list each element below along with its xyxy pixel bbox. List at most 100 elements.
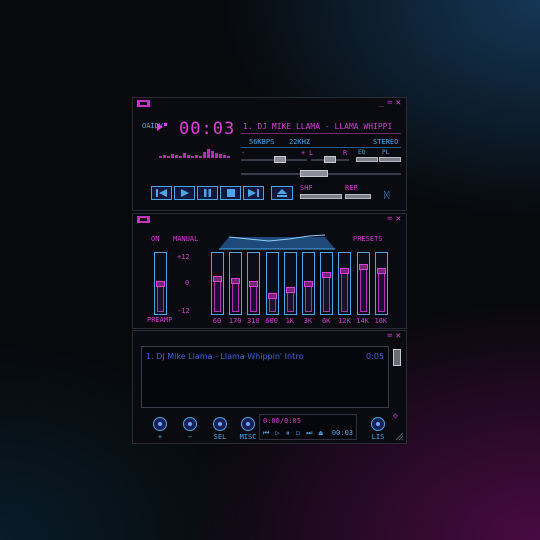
eq-band-slider-12k[interactable]	[338, 252, 352, 315]
eq-band-slider-12k-knob[interactable]	[340, 267, 350, 274]
resize-grip-icon[interactable]	[395, 432, 404, 441]
spectrum-visualizer[interactable]	[157, 144, 237, 158]
playlist-list[interactable]: 1. DJ Mike Llama - Llama Whippin' Intro …	[141, 346, 389, 408]
balance-slider[interactable]	[324, 156, 336, 163]
scroll-arrows-icon[interactable]: ◇	[393, 411, 398, 420]
eq-band-slider-310-knob[interactable]	[249, 280, 259, 287]
eq-on-button[interactable]: ON	[151, 235, 159, 243]
spectrum-bar	[199, 156, 202, 158]
eq-band-label: 170	[228, 317, 242, 325]
remove-button[interactable]	[183, 417, 197, 431]
mini-transport-controls[interactable]: ⏮ ▷ ⏸ ◻ ⏭ ⏏	[263, 429, 324, 438]
eject-icon	[277, 189, 287, 197]
eq-presets-button[interactable]: PRESETS	[353, 235, 383, 243]
seek-slider[interactable]	[300, 170, 329, 177]
pl-titlebar[interactable]: = ✕	[133, 331, 406, 343]
playlist-scroll-thumb[interactable]	[393, 349, 401, 366]
visualizer-mode-label[interactable]: OAIDV	[142, 122, 163, 130]
eq-band-slider-6k-knob[interactable]	[322, 272, 332, 278]
playlist-item-title[interactable]: 1. DJ Mike Llama - Llama Whippin' Intro	[146, 352, 303, 361]
misc-label: MISC	[239, 433, 257, 441]
equalizer-window: = ✕ ON MANUAL PRESETS +12 0 -12 PREAMP 60…	[132, 213, 407, 329]
pl-toggle-button[interactable]	[379, 157, 401, 162]
shade-icon[interactable]: =	[387, 331, 393, 341]
eq-toggle-label: EQ	[358, 149, 366, 156]
select-button[interactable]	[213, 417, 227, 431]
eq-band-slider-1k[interactable]	[283, 252, 297, 315]
eq-band-slider-1k-knob[interactable]	[285, 286, 295, 293]
eq-band-slider-3k-fill	[305, 282, 312, 312]
shuffle-button[interactable]	[300, 194, 342, 199]
eq-manual-button[interactable]: MANUAL	[173, 235, 198, 243]
spectrum-bar	[227, 156, 230, 158]
list-button[interactable]	[371, 417, 385, 431]
shade-icon[interactable]: =	[387, 98, 393, 108]
eject-button[interactable]	[271, 186, 293, 200]
repeat-button[interactable]	[345, 194, 371, 199]
eq-band-label: 600	[265, 317, 278, 325]
play-button[interactable]	[174, 186, 195, 200]
eq-curve-graph	[219, 234, 335, 250]
close-icon[interactable]: ✕	[396, 214, 402, 224]
eq-band-label: 3K	[303, 317, 313, 325]
eq-titlebar[interactable]: = ✕	[133, 214, 406, 226]
balance-left-label: L	[309, 149, 314, 157]
volume-slider[interactable]	[274, 156, 287, 163]
eq-band-slider-3k-knob[interactable]	[304, 280, 313, 287]
eq-toggle-button[interactable]	[356, 157, 378, 162]
preamp-label: PREAMP	[147, 316, 173, 324]
add-label: +	[157, 433, 163, 441]
time-display[interactable]: 00:03	[179, 119, 235, 139]
main-window: _ = ✕ OAIDV 00:03 1. DJ MIKE LLAMA - LLAMA…	[132, 97, 407, 211]
db-zero-label: 0	[185, 279, 190, 287]
next-button[interactable]	[243, 186, 264, 200]
eq-band-slider-60[interactable]	[211, 252, 224, 315]
close-icon[interactable]: ✕	[396, 98, 402, 108]
preamp-slider-knob[interactable]	[156, 280, 165, 287]
eq-band-slider-16k-knob[interactable]	[376, 267, 386, 274]
volume-plus-label: +	[301, 149, 306, 157]
spectrum-bar	[207, 149, 210, 158]
eq-band-slider-3k[interactable]	[302, 252, 315, 315]
pl-toggle-label: PL	[382, 149, 390, 156]
preamp-slider-fill	[157, 282, 164, 312]
eq-band-slider-170-knob[interactable]	[231, 278, 241, 285]
bitrate-label: 56KBPS	[249, 138, 275, 146]
eq-band-slider-14k[interactable]	[356, 252, 370, 315]
about-logo-icon[interactable]: ᛞ	[384, 191, 389, 201]
main-titlebar[interactable]: _ = ✕	[133, 98, 406, 110]
eq-band-slider-16k-fill	[377, 269, 385, 312]
eq-band-slider-60-knob[interactable]	[213, 276, 222, 283]
previous-button[interactable]	[151, 186, 172, 200]
eq-band-label: 310	[247, 317, 260, 325]
samplerate-label: 22KHZ	[289, 138, 311, 146]
close-icon[interactable]: ✕	[396, 331, 402, 341]
playlist-item-duration: 0:05	[366, 352, 384, 361]
eq-band-slider-6k[interactable]	[320, 252, 334, 315]
eq-window-buttons: = ✕	[385, 214, 402, 224]
spectrum-bar	[215, 153, 218, 158]
eq-band-slider-170[interactable]	[229, 252, 243, 315]
eq-band-slider-16k[interactable]	[374, 252, 388, 315]
play-icon	[181, 189, 189, 197]
select-label: SEL	[213, 433, 227, 441]
eq-band-label: 12K	[338, 317, 351, 325]
add-button[interactable]	[153, 417, 167, 431]
eq-band-label: 60	[212, 317, 222, 325]
eq-band-slider-600[interactable]	[265, 252, 279, 315]
winamp-logo-icon[interactable]	[137, 100, 150, 107]
playlist-scrollbar[interactable]: ◇	[393, 349, 401, 437]
eq-band-slider-310[interactable]	[247, 252, 261, 315]
shade-icon[interactable]: =	[387, 214, 393, 224]
misc-button[interactable]	[241, 417, 255, 431]
preamp-slider[interactable]	[154, 252, 167, 315]
stop-button[interactable]	[220, 186, 241, 200]
eq-band-slider-14k-fill	[359, 265, 367, 312]
pause-button[interactable]	[197, 186, 218, 200]
minimize-icon[interactable]: _	[379, 98, 385, 108]
eq-band-slider-170-fill	[232, 280, 240, 312]
eq-band-slider-14k-knob[interactable]	[358, 263, 368, 270]
spectrum-bar	[159, 156, 162, 158]
song-title-box[interactable]: 1. DJ MIKE LLAMA - LLAMA WHIPPI	[241, 121, 401, 134]
eq-band-slider-600-knob[interactable]	[267, 293, 277, 300]
